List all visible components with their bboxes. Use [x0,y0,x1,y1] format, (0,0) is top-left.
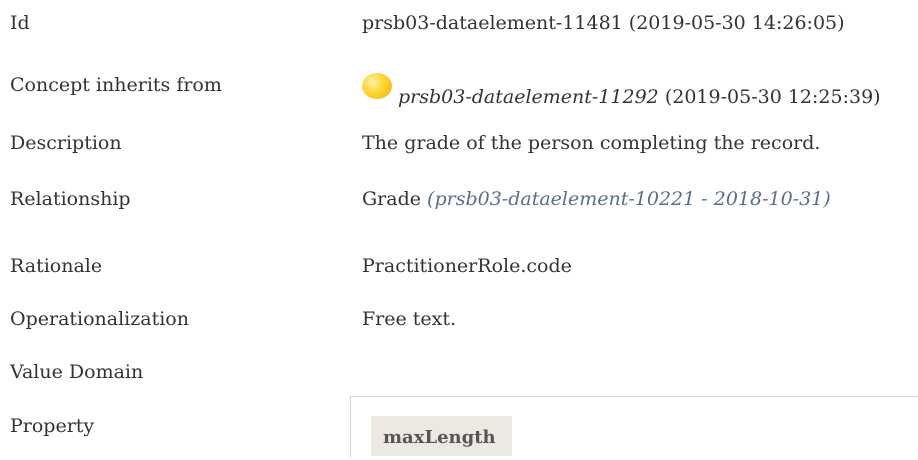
description-value: The grade of the person completing the r… [362,132,821,154]
relationship-name: Grade [362,188,421,210]
operationalization-value: Free text. [362,308,457,330]
property-label: Property [10,415,95,437]
value-domain-label: Value Domain [10,361,144,383]
rationale-value: PractitionerRole.code [362,255,572,277]
inherits-date: (2019-05-30 12:25:39) [664,86,881,108]
yellow-status-dot-icon [362,73,392,99]
concept-inherits-label: Concept inherits from [10,74,222,96]
id-value: prsb03-dataelement-11481 (2019-05-30 14:… [362,12,845,34]
row-relationship: Relationship Grade (prsb03-dataelement-1… [0,184,918,214]
rationale-label: Rationale [10,255,103,277]
property-table: maxLength [350,396,918,457]
description-label: Description [10,132,122,154]
row-rationale: Rationale PractitionerRole.code [0,251,918,281]
relationship-label: Relationship [10,188,131,210]
concept-inherits-value: prsb03-dataelement-11292 (2019-05-30 12:… [362,73,881,112]
row-concept-inherits: Concept inherits from prsb03-dataelement… [0,70,918,108]
row-description: Description The grade of the person comp… [0,128,918,158]
relationship-ref-link[interactable]: (prsb03-dataelement-10221 - 2018-10-31) [427,188,831,210]
row-operationalization: Operationalization Free text. [0,304,918,334]
row-id: Id prsb03-dataelement-11481 (2019-05-30 … [0,8,918,38]
row-value-domain: Value Domain [0,357,918,387]
inherits-id-link[interactable]: prsb03-dataelement-11292 [398,86,659,108]
operationalization-label: Operationalization [10,308,189,330]
id-label: Id [10,12,30,34]
relationship-value: Grade (prsb03-dataelement-10221 - 2018-1… [362,184,831,214]
property-header-maxlength: maxLength [371,416,512,456]
